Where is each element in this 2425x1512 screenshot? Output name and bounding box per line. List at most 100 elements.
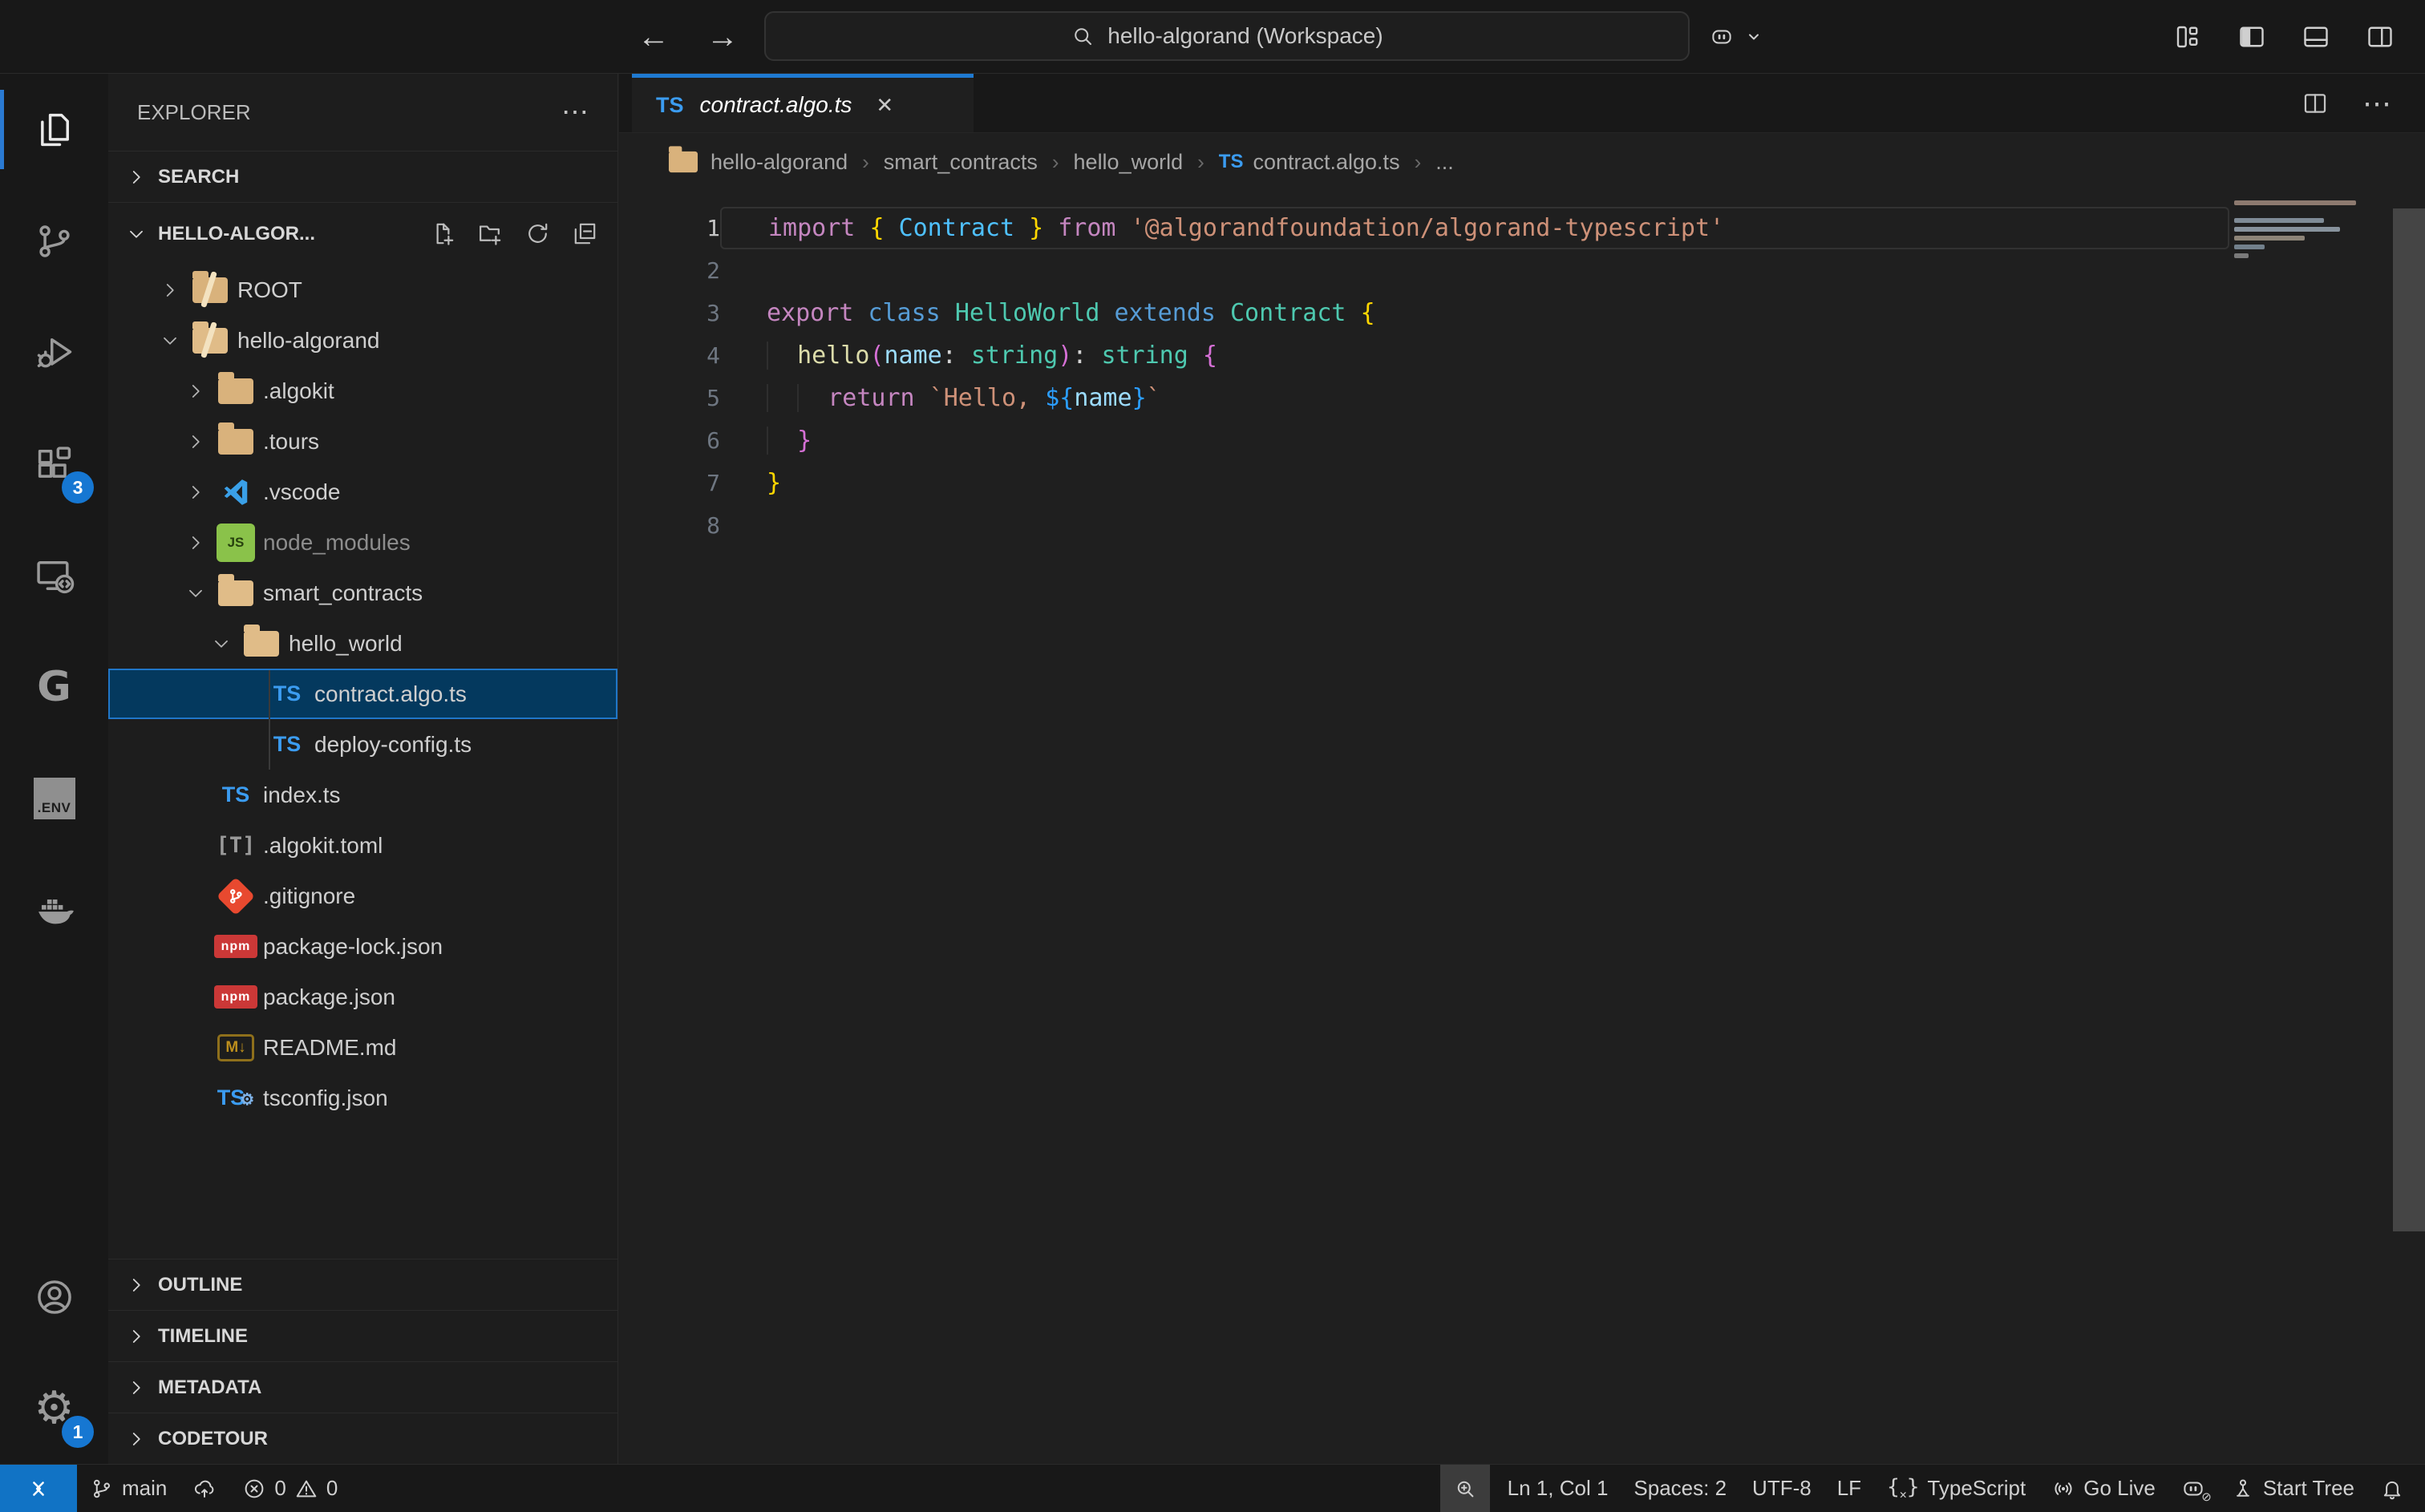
activity-run-and-debug[interactable] <box>0 297 108 408</box>
status-encoding[interactable]: UTF-8 <box>1739 1465 1824 1512</box>
tab-contract-algo-ts[interactable]: TS contract.algo.ts ✕ <box>632 74 974 132</box>
tree-item-index-ts[interactable]: TSindex.ts <box>108 770 617 820</box>
activity-gitlens[interactable]: G <box>0 631 108 742</box>
breadcrumb-item[interactable]: ... <box>1435 150 1454 175</box>
warning-icon <box>294 1477 318 1501</box>
tree-item--algokit-toml[interactable]: [T].algokit.toml <box>108 820 617 871</box>
tree-item-root[interactable]: ROOT <box>108 265 617 315</box>
section-codetour[interactable]: CODETOUR <box>108 1413 617 1464</box>
refresh-icon[interactable] <box>524 220 551 247</box>
new-folder-icon[interactable] <box>477 220 504 247</box>
close-tab-icon[interactable]: ✕ <box>876 93 893 118</box>
status-eol[interactable]: LF <box>1824 1465 1874 1512</box>
copilot-menu[interactable] <box>1710 0 1766 74</box>
tree-item-smart-contracts[interactable]: smart_contracts <box>108 568 617 618</box>
token <box>1099 299 1114 327</box>
section-metadata[interactable]: METADATA <box>108 1361 617 1413</box>
toml-icon: [T] <box>217 833 256 858</box>
code-line-2[interactable]: 2 <box>619 249 2425 292</box>
code-line-7[interactable]: 7} <box>619 462 2425 504</box>
token: } <box>797 427 812 455</box>
code-line-5[interactable]: 5 return `Hello, ${name}` <box>619 377 2425 419</box>
section-timeline[interactable]: TIMELINE <box>108 1310 617 1361</box>
token: name <box>1074 384 1132 412</box>
command-center-search[interactable]: hello-algorand (Workspace) <box>764 11 1690 61</box>
explorer-sidebar: EXPLORER ⋯ SEARCH HELLO-ALGOR... ROOThel… <box>108 74 618 1464</box>
activity-remote-explorer[interactable] <box>0 519 108 631</box>
activity-docker[interactable] <box>0 854 108 965</box>
token: hello <box>797 342 869 370</box>
split-editor-icon[interactable] <box>2302 90 2329 117</box>
tree-item-node-modules[interactable]: JSnode_modules <box>108 517 617 568</box>
breadcrumb-item[interactable]: smart_contracts <box>884 150 1038 175</box>
code-line-8[interactable]: 8 <box>619 504 2425 547</box>
status-indentation[interactable]: Spaces: 2 <box>1621 1465 1739 1512</box>
tree-item--gitignore[interactable]: .gitignore <box>108 871 617 921</box>
token <box>1116 214 1131 242</box>
code-line-4[interactable]: 4 hello(name: string): string { <box>619 334 2425 377</box>
status-problems[interactable]: 00 <box>229 1465 350 1512</box>
section-project[interactable]: HELLO-ALGOR... <box>108 202 617 265</box>
toggle-secondary-sidebar-icon[interactable] <box>2366 22 2395 51</box>
tree-item-contract-algo-ts[interactable]: TScontract.algo.ts <box>108 669 617 719</box>
collapse-all-icon[interactable] <box>572 220 598 247</box>
activity-settings[interactable]: ⚙1 <box>0 1352 108 1464</box>
editor-scrollbar[interactable] <box>2393 208 2425 1231</box>
status-start-tree[interactable]: Start Tree <box>2218 1465 2367 1512</box>
tree-item-package-lock-json[interactable]: npmpackage-lock.json <box>108 921 617 972</box>
root-folder-open-icon <box>192 328 228 354</box>
activity-explorer[interactable] <box>0 74 108 185</box>
section-outline[interactable]: OUTLINE <box>108 1259 617 1310</box>
tree-item--vscode[interactable]: .vscode <box>108 467 617 517</box>
activity-accounts[interactable] <box>0 1241 108 1352</box>
tree-item-deploy-config-ts[interactable]: TSdeploy-config.ts <box>108 719 617 770</box>
status-label: main <box>122 1476 167 1501</box>
status-zoom[interactable] <box>1440 1465 1490 1512</box>
status-remote[interactable] <box>0 1465 77 1512</box>
back-icon[interactable]: ← <box>638 19 670 55</box>
breadcrumb-item[interactable]: hello_world <box>1074 150 1184 175</box>
status-language-mode[interactable]: {✕}TypeScript <box>1874 1465 2038 1512</box>
activity-dotenv[interactable]: .ENV <box>0 742 108 854</box>
file-icon-cell: npm <box>213 985 258 1009</box>
sidebar-more-icon[interactable]: ⋯ <box>561 96 589 128</box>
breadcrumb-item[interactable]: TScontract.algo.ts <box>1219 150 1400 175</box>
status-branch[interactable]: main <box>77 1465 180 1512</box>
tree-item-readme-md[interactable]: M↓README.md <box>108 1022 617 1073</box>
new-file-icon[interactable] <box>430 220 456 247</box>
status-label: Ln 1, Col 1 <box>1508 1476 1609 1501</box>
status-bar: main 00 Ln 1, Col 1 Spaces: 2UTF-8LF{✕}Typ… <box>0 1464 2425 1512</box>
bell-icon <box>2380 1477 2404 1501</box>
minimap[interactable] <box>2234 200 2388 262</box>
tree-item-hello-world[interactable]: hello_world <box>108 618 617 669</box>
code-line-3[interactable]: 3export class HelloWorld extends Contrac… <box>619 292 2425 334</box>
tree-item-tsconfig-json[interactable]: TS⚙tsconfig.json <box>108 1073 617 1123</box>
folder-icon <box>218 378 253 404</box>
activity-extensions[interactable]: 3 <box>0 408 108 519</box>
forward-icon[interactable]: → <box>706 19 739 55</box>
tree-item-package-json[interactable]: npmpackage.json <box>108 972 617 1022</box>
status-notifications[interactable] <box>2367 1465 2417 1512</box>
tree-item--algokit[interactable]: .algokit <box>108 366 617 416</box>
section-search[interactable]: SEARCH <box>108 151 617 202</box>
toggle-panel-icon[interactable] <box>2302 22 2330 51</box>
status-cursor-position[interactable]: Ln 1, Col 1 <box>1495 1465 1621 1512</box>
status-copilot[interactable]: ⊘ <box>2168 1465 2218 1512</box>
code-editor[interactable]: 1import { Contract } from '@algorandfoun… <box>619 191 2425 547</box>
line-number: 2 <box>619 257 720 284</box>
tree-item-label: package.json <box>258 984 395 1010</box>
toggle-primary-sidebar-icon[interactable] <box>2237 22 2266 51</box>
tree-item--tours[interactable]: .tours <box>108 416 617 467</box>
status-sync[interactable] <box>180 1465 229 1512</box>
code-line-1[interactable]: 1import { Contract } from '@algorandfoun… <box>619 207 2425 249</box>
status-go-live[interactable]: Go Live <box>2038 1465 2168 1512</box>
breadcrumb-item[interactable]: hello-algorand <box>666 149 848 175</box>
breadcrumb-label: ... <box>1435 150 1454 175</box>
activity-source-control[interactable] <box>0 185 108 297</box>
code-line-6[interactable]: 6 } <box>619 419 2425 462</box>
token <box>797 384 828 412</box>
token: } <box>1132 384 1147 412</box>
customize-layout-icon[interactable] <box>2173 22 2202 51</box>
tree-item-hello-algorand[interactable]: hello-algorand <box>108 315 617 366</box>
more-actions-icon[interactable]: ⋯ <box>2362 87 2391 120</box>
